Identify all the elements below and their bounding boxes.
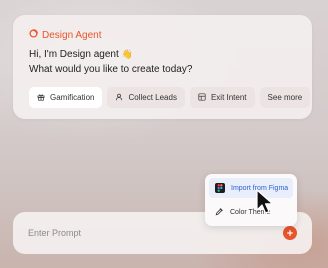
exit-icon [198, 92, 206, 103]
chip-exit-intent[interactable]: Exit Intent [189, 87, 255, 108]
add-button[interactable] [283, 226, 297, 240]
chip-see-more[interactable]: See more [259, 87, 311, 108]
agent-card: Design Agent Hi, I'm Design agent 👋 What… [13, 15, 312, 119]
wave-emoji: 👋 [121, 49, 133, 59]
prompt-input[interactable]: Enter Prompt [28, 228, 81, 238]
brand-name: Design Agent [42, 29, 102, 41]
chip-label: See more [267, 93, 303, 102]
chip-label: Gamification [50, 93, 95, 102]
chip-label: Collect Leads [128, 93, 177, 102]
figma-icon [215, 183, 225, 193]
menu-item-import-from-figma[interactable]: Import from Figma [209, 178, 293, 198]
eyedropper-icon [215, 207, 224, 218]
user-icon [115, 93, 123, 103]
gift-icon [37, 93, 45, 103]
brand: Design Agent [29, 29, 102, 41]
greeting: Hi, I'm Design agent 👋 What would you li… [29, 47, 192, 77]
chip-gamification[interactable]: Gamification [29, 87, 103, 108]
mouse-cursor-icon [256, 189, 274, 214]
design-agent-logo-icon [29, 29, 38, 41]
chip-label: Exit Intent [210, 93, 247, 102]
suggestion-chips: Gamification Collect Leads Exit Intent S… [29, 87, 311, 108]
attach-menu: Import from Figma Color Theme [205, 174, 297, 226]
plus-icon [287, 230, 293, 236]
greeting-line-2: What would you like to create today? [29, 64, 193, 75]
chip-collect-leads[interactable]: Collect Leads [107, 87, 185, 108]
greeting-line-1: Hi, I'm Design agent [29, 49, 119, 60]
menu-item-color-theme[interactable]: Color Theme [209, 202, 293, 222]
